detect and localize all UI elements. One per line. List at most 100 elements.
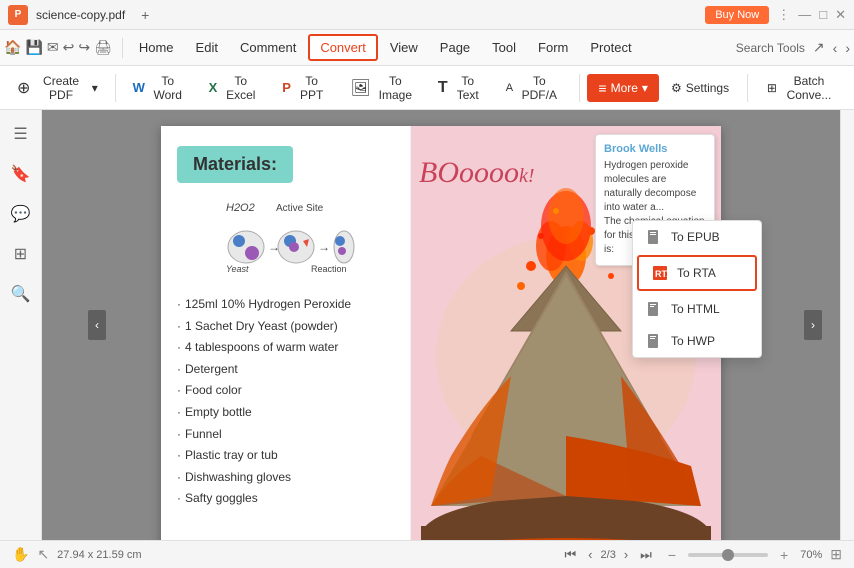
create-pdf-label: Create PDF	[34, 74, 87, 102]
page-navigation: ⏮ ‹ 2/3 › ⏭	[560, 545, 655, 565]
save-icon[interactable]: 💾	[25, 39, 42, 56]
menu-view[interactable]: View	[380, 36, 428, 59]
first-page-button[interactable]: ⏮	[560, 545, 580, 565]
pdf-left-panel: Materials: H2O2 Active Site →	[161, 126, 411, 540]
zoom-slider[interactable]	[688, 553, 768, 557]
home-icon[interactable]: 🏠	[4, 39, 21, 56]
pointer-tool-icon[interactable]: ↖	[37, 546, 49, 563]
menu-convert[interactable]: Convert	[308, 34, 378, 61]
file-name: science-copy.pdf	[36, 8, 125, 22]
dropdown-to-hwp[interactable]: To HWP	[633, 325, 761, 357]
sidebar-search[interactable]: 🔍	[5, 278, 37, 310]
list-item: ·Detergent	[177, 359, 394, 381]
batch-convert-button[interactable]: ⊞ Batch Conve...	[758, 69, 846, 107]
new-tab-button[interactable]: +	[133, 4, 157, 26]
menu-edit[interactable]: Edit	[186, 36, 228, 59]
right-page-arrow[interactable]: ›	[804, 310, 822, 340]
menu-separator-1	[122, 38, 123, 58]
epub-icon	[645, 228, 663, 246]
list-item: ·Empty bottle	[177, 402, 394, 424]
svg-text:H2O2: H2O2	[226, 202, 255, 214]
fit-page-icon[interactable]: ⊞	[830, 546, 842, 563]
dropdown-to-rta[interactable]: RTA To RTA	[637, 255, 757, 291]
hwp-label: To HWP	[671, 334, 715, 348]
materials-list: ·125ml 10% Hydrogen Peroxide ·1 Sachet D…	[177, 294, 394, 510]
zoom-out-button[interactable]: −	[664, 545, 680, 565]
to-image-label: To Image	[375, 74, 416, 102]
main-area: ☰ 🔖 💬 ⊞ 🔍 ‹ › Materials: H2O2 Active Sit	[0, 110, 854, 540]
menu-form[interactable]: Form	[528, 36, 578, 59]
app-icon: P	[8, 5, 28, 25]
ppt-icon: P	[282, 80, 291, 95]
to-excel-button[interactable]: X To Excel	[200, 69, 270, 107]
settings-label: Settings	[686, 81, 729, 95]
zoom-thumb[interactable]	[722, 549, 734, 561]
more-button[interactable]: ≡ More ▾	[587, 74, 659, 102]
current-page: 2	[601, 549, 607, 561]
text-icon: T	[438, 79, 448, 97]
menu-tool[interactable]: Tool	[482, 36, 526, 59]
undo-icon[interactable]: ↩	[63, 39, 75, 56]
to-text-button[interactable]: T To Text	[429, 69, 493, 107]
to-excel-label: To Excel	[221, 74, 260, 102]
left-page-arrow[interactable]: ‹	[88, 310, 106, 340]
menu-page[interactable]: Page	[430, 36, 480, 59]
sidebar-bookmark[interactable]: 🔖	[5, 158, 37, 190]
status-bar-right: ⏮ ‹ 2/3 › ⏭ − + 70% ⊞	[560, 545, 842, 565]
to-ppt-button[interactable]: P To PPT	[273, 69, 337, 107]
svg-text:→: →	[318, 240, 330, 254]
dropdown-to-html[interactable]: To HTML	[633, 293, 761, 325]
redo-icon[interactable]: ↪	[78, 39, 90, 56]
external-link-icon[interactable]: ↗	[813, 39, 825, 56]
nav-forward-icon[interactable]: ›	[845, 40, 850, 56]
pdf-a-icon: A	[506, 82, 513, 94]
prev-page-button[interactable]: ‹	[584, 545, 596, 564]
more-icon: ≡	[598, 80, 606, 96]
to-word-button[interactable]: W To Word	[124, 69, 196, 107]
list-item: ·Plastic tray or tub	[177, 445, 394, 467]
batch-icon: ⊞	[767, 81, 777, 95]
sidebar-toggle[interactable]: ☰	[5, 118, 37, 150]
rta-icon: RTA	[651, 264, 669, 282]
sidebar-comment[interactable]: 💬	[5, 198, 37, 230]
svg-text:Reaction: Reaction	[311, 264, 347, 274]
toolbar: ⊕ Create PDF ▾ W To Word X To Excel P To…	[0, 66, 854, 110]
sidebar-pages[interactable]: ⊞	[5, 238, 37, 270]
title-bar-left: P science-copy.pdf +	[8, 4, 157, 26]
print-icon[interactable]: 🖨	[94, 39, 112, 56]
excel-icon: X	[209, 80, 218, 95]
list-item: ·125ml 10% Hydrogen Peroxide	[177, 294, 394, 316]
create-pdf-button[interactable]: ⊕ Create PDF ▾	[8, 69, 107, 107]
maximize-button[interactable]: □	[819, 7, 827, 22]
hand-tool-icon[interactable]: ✋	[12, 546, 29, 563]
last-page-button[interactable]: ⏭	[636, 545, 656, 565]
zoom-in-button[interactable]: +	[776, 545, 792, 565]
list-item: ·Funnel	[177, 424, 394, 446]
html-label: To HTML	[671, 302, 720, 316]
to-pdf-a-button[interactable]: A To PDF/A	[497, 69, 571, 107]
minimize-button[interactable]: —	[798, 7, 811, 22]
to-image-button[interactable]: 🖼 To Image	[341, 69, 424, 107]
dropdown-to-epub[interactable]: To EPUB	[633, 221, 761, 253]
nav-back-icon[interactable]: ‹	[833, 40, 838, 56]
email-icon[interactable]: ✉	[47, 39, 59, 56]
list-item: ·Food color	[177, 380, 394, 402]
menu-comment[interactable]: Comment	[230, 36, 306, 59]
menu-home[interactable]: Home	[129, 36, 184, 59]
menu-protect[interactable]: Protect	[580, 36, 641, 59]
dropdown-menu: To EPUB RTA To RTA To HTML To HWP	[632, 220, 762, 358]
close-button[interactable]: ✕	[835, 7, 846, 23]
search-tools-label: Search Tools	[736, 41, 805, 55]
zoom-level: 70%	[800, 549, 822, 561]
page-indicator: 2/3	[601, 549, 616, 561]
menu-bar: 🏠 💾 ✉ ↩ ↪ 🖨 Home Edit Comment Convert Vi…	[0, 30, 854, 66]
more-arrow: ▾	[642, 81, 648, 95]
buy-now-button[interactable]: Buy Now	[705, 6, 769, 24]
settings-button[interactable]: ⚙ Settings	[663, 77, 737, 99]
next-page-button[interactable]: ›	[620, 545, 632, 564]
h2o2-diagram: H2O2 Active Site →	[216, 197, 356, 277]
toolbar-sep-2	[579, 74, 580, 102]
toolbar-overflow[interactable]: ⋮	[777, 7, 790, 23]
epub-label: To EPUB	[671, 230, 720, 244]
list-item: ·Safty goggles	[177, 488, 394, 510]
